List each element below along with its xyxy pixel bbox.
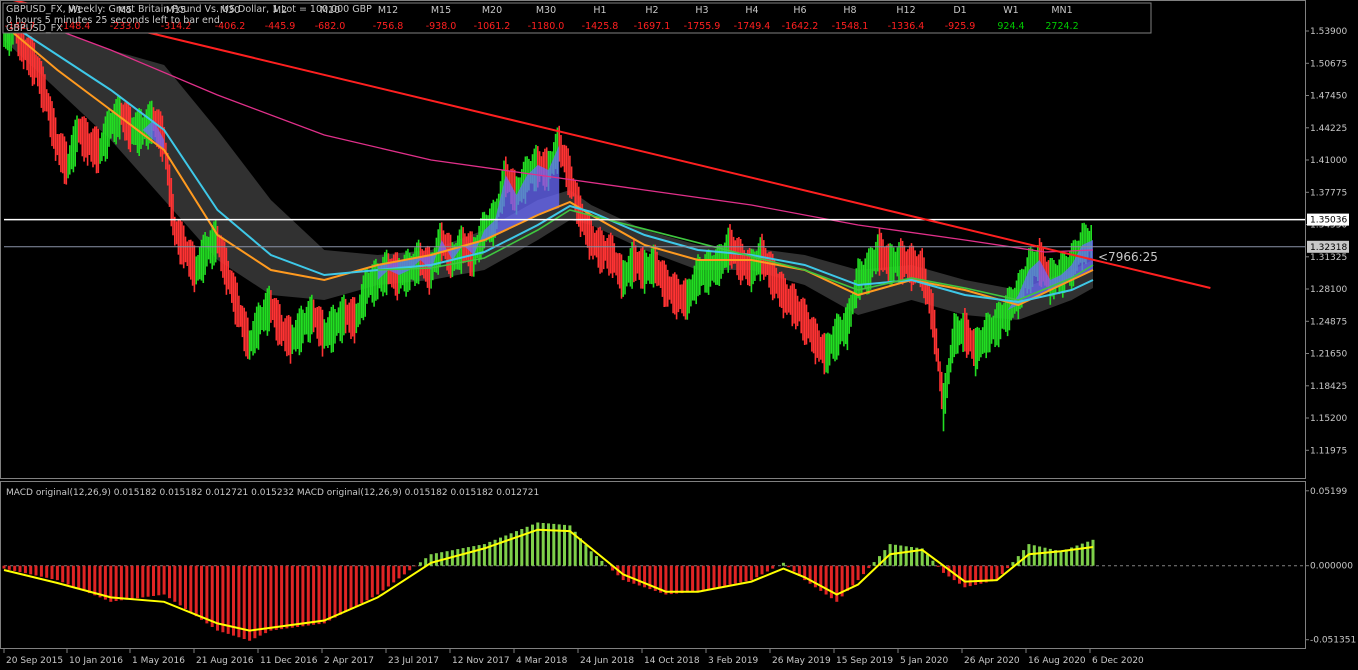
x-tick-label: 15 Sep 2019	[836, 656, 893, 666]
y-tick-label: 1.31325	[1310, 253, 1347, 263]
x-tick-label: 6 Dec 2020	[1092, 656, 1144, 666]
timeframe-value: -1336.4	[888, 21, 925, 32]
y-tick-label: 1.44225	[1310, 124, 1347, 134]
x-tick-label: 20 Sep 2015	[6, 656, 63, 666]
timeframe-value: -1425.8	[582, 21, 619, 32]
timeframe-label: H12	[896, 5, 915, 16]
symbol-line: GBPUSD_FX, Weekly: Great Britain Pound V…	[6, 4, 372, 15]
y-tick-label: 1.47450	[1310, 92, 1347, 102]
y-tick-label: 1.37775	[1310, 188, 1347, 198]
x-tick-label: 21 Aug 2016	[196, 656, 254, 666]
y-axis-macd: 0.05199 0.000000 -0.051351	[1305, 487, 1356, 646]
timeframe-value: -682.0	[315, 21, 346, 32]
x-tick-label: 1 May 2016	[132, 656, 185, 666]
timeframe-value: -925.9	[945, 21, 976, 32]
timeframe-label: H2	[645, 5, 658, 16]
price-label-text: 1.32318	[1310, 243, 1347, 253]
timeframe-label: H6	[793, 5, 806, 16]
x-tick-label: 26 May 2019	[772, 656, 831, 666]
y-tick-label: 1.41000	[1310, 156, 1347, 166]
timeframe-value: 2724.2	[1045, 21, 1078, 32]
x-tick-label: 10 Jan 2016	[69, 656, 123, 666]
x-axis: 20 Sep 2015 10 Jan 2016 1 May 2016 21 Aug 2…	[3, 649, 1144, 666]
x-tick-label: 2 Apr 2017	[324, 656, 374, 666]
y-tick-label: 1.28100	[1310, 285, 1347, 295]
timeframe-label: D1	[953, 5, 966, 16]
y-tick-label: 1.18425	[1310, 382, 1347, 392]
timeframe-label: M30	[536, 5, 556, 16]
price-labels: 1.35036 1.32318	[1307, 213, 1349, 253]
x-tick-label: 11 Dec 2016	[260, 656, 318, 666]
timeframe-value: -1697.1	[634, 21, 671, 32]
x-tick-label: 12 Nov 2017	[452, 656, 510, 666]
timeframe-value: -756.8	[373, 21, 404, 32]
timeframe-value: -1749.4	[734, 21, 771, 32]
chart-root: 1.53900 1.50675 1.47450 1.44225 1.41000 1.377…	[0, 0, 1356, 666]
y-tick-label: 1.21650	[1310, 350, 1347, 360]
x-tick-label: 3 Feb 2019	[708, 656, 759, 666]
x-tick-label: 4 Mar 2018	[516, 656, 568, 666]
timeframe-label: M12	[378, 5, 398, 16]
timeframe-value: -1548.1	[832, 21, 869, 32]
y-tick-label: 1.11975	[1310, 446, 1347, 456]
x-tick-label: 26 Apr 2020	[964, 656, 1020, 666]
timeframe-value: -1180.0	[528, 21, 565, 32]
timeframe-label: H8	[843, 5, 856, 16]
timeframe-label: M20	[482, 5, 502, 16]
timeframe-label: M15	[431, 5, 451, 16]
y-tick-label: 1.50675	[1310, 59, 1347, 69]
macd-y-tick-label: 0.05199	[1310, 487, 1347, 497]
timeframe-value: -1755.9	[684, 21, 721, 32]
y-tick-label: 1.24875	[1310, 317, 1347, 327]
timeframe-value: 924.4	[997, 21, 1024, 32]
timeframe-value: -1642.2	[782, 21, 819, 32]
timeframe-label: H1	[593, 5, 606, 16]
timeframe-label: W1	[1003, 5, 1018, 16]
macd-title: MACD original(12,26,9) 0.015182 0.015182…	[6, 488, 539, 498]
timeframe-value: -1061.2	[474, 21, 511, 32]
countdown-label: <7966:25	[1098, 250, 1158, 264]
y-tick-label: 1.15200	[1310, 414, 1347, 424]
timeframe-label: H3	[695, 5, 708, 16]
timeframe-label: H4	[745, 5, 758, 16]
macd-y-tick-label: -0.051351	[1310, 636, 1356, 646]
timeframe-value: -445.9	[265, 21, 296, 32]
macd-chart-frame	[0, 481, 1306, 649]
x-tick-label: 14 Oct 2018	[644, 656, 700, 666]
macd-y-tick-label: 0.000000	[1310, 562, 1353, 572]
timeframe-value: -938.0	[426, 21, 457, 32]
symbol-tag: GBPUSD_FX	[6, 23, 63, 34]
x-tick-label: 16 Aug 2020	[1028, 656, 1086, 666]
y-tick-label: 1.53900	[1310, 27, 1347, 37]
x-tick-label: 5 Jan 2020	[900, 656, 948, 666]
price-label-text: 1.35036	[1310, 216, 1347, 226]
x-tick-label: 23 Jul 2017	[388, 656, 439, 666]
timeframe-label: MN1	[1051, 5, 1072, 16]
x-tick-label: 24 Jun 2018	[580, 656, 634, 666]
